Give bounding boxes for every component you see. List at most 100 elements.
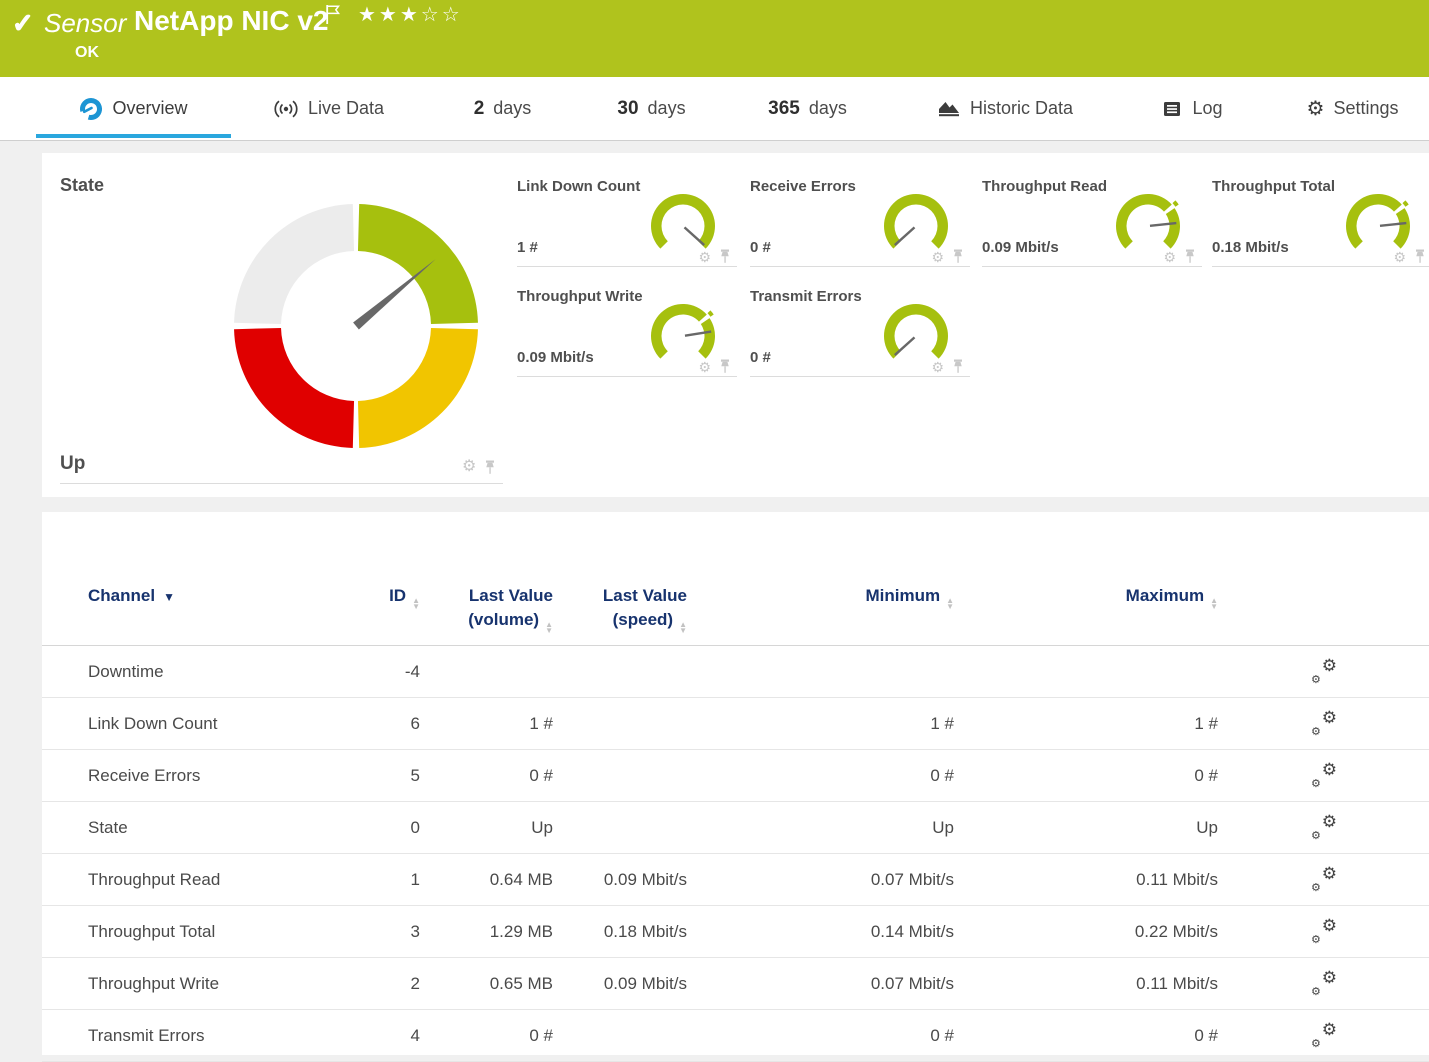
pin-icon[interactable] xyxy=(719,249,731,264)
mini-gauge-title: Transmit Errors xyxy=(750,288,862,305)
column-header-min[interactable]: Minimum▲▼ xyxy=(804,584,954,610)
priority-stars[interactable]: ★★★☆☆ xyxy=(358,2,463,27)
cell-channel[interactable]: Link Down Count xyxy=(88,714,217,734)
cell-id: 4 xyxy=(300,1026,420,1046)
mini-gauge-title: Receive Errors xyxy=(750,178,856,195)
channel-settings-icon[interactable]: ⚙⚙ xyxy=(1311,764,1339,788)
cell-last_speed: 0.09 Mbit/s xyxy=(547,870,687,890)
channel-settings-icon[interactable]: ⚙⚙ xyxy=(1311,816,1339,840)
gauge-settings-gear-icon[interactable]: ⚙ xyxy=(462,459,476,475)
pin-icon[interactable] xyxy=(952,359,964,374)
gauges-card: State Up ⚙ Link Down Count 1 # ⚙ Receive… xyxy=(42,153,1429,497)
channel-row: Link Down Count61 #1 #1 # ⚙⚙ xyxy=(42,698,1429,750)
cell-channel[interactable]: Throughput Read xyxy=(88,870,220,890)
tab-historic-data[interactable]: Historic Data xyxy=(912,77,1098,140)
sort-arrows-icon[interactable]: ▲▼ xyxy=(1210,598,1218,610)
pin-icon[interactable] xyxy=(719,359,731,374)
cell-min: 0 # xyxy=(804,1026,954,1046)
mini-gauge-panel-link-down-count: Link Down Count 1 # ⚙ xyxy=(517,178,737,267)
cell-channel[interactable]: Throughput Total xyxy=(88,922,215,942)
pin-icon[interactable] xyxy=(1414,249,1426,264)
pin-icon[interactable] xyxy=(952,249,964,264)
cell-last_volume: 0 # xyxy=(433,766,553,786)
sort-arrows-icon[interactable]: ▲▼ xyxy=(412,598,420,610)
mini-gauge-title: Link Down Count xyxy=(517,178,640,195)
tab-live-data[interactable]: Live Data xyxy=(262,77,395,140)
channel-row: Downtime -4 ⚙⚙ xyxy=(42,646,1429,698)
cell-max: 0.11 Mbit/s xyxy=(1068,870,1218,890)
state-gauge-value: Up xyxy=(60,453,85,475)
gauge-settings-gear-icon[interactable]: ⚙ xyxy=(1393,250,1406,264)
mini-gauge-actions: ⚙ xyxy=(931,249,964,264)
state-gauge-actions: ⚙ xyxy=(462,459,496,475)
cell-min: 0.07 Mbit/s xyxy=(804,974,954,994)
tab-number: 365 xyxy=(768,98,800,120)
channel-settings-icon[interactable]: ⚙⚙ xyxy=(1311,660,1339,684)
pin-icon[interactable] xyxy=(484,460,496,475)
cell-id: 5 xyxy=(300,766,420,786)
cell-channel[interactable]: Throughput Write xyxy=(88,974,219,994)
mini-gauge-value: 0 # xyxy=(750,239,771,256)
mini-gauge-panel-throughput-read: Throughput Read 0.09 Mbit/s ⚙ xyxy=(982,178,1202,267)
cell-min: 0.07 Mbit/s xyxy=(804,870,954,890)
cell-id: -4 xyxy=(300,662,420,682)
cell-channel[interactable]: Transmit Errors xyxy=(88,1026,205,1046)
cell-id: 0 xyxy=(300,818,420,838)
cell-min: 0 # xyxy=(804,766,954,786)
cell-max: 0 # xyxy=(1068,1026,1218,1046)
tab-label: Live Data xyxy=(308,98,384,119)
log-icon xyxy=(1161,100,1183,118)
mini-gauge-actions: ⚙ xyxy=(698,249,731,264)
gauge-settings-gear-icon[interactable]: ⚙ xyxy=(698,250,711,264)
mini-gauge-actions: ⚙ xyxy=(1163,249,1196,264)
gauge-settings-gear-icon[interactable]: ⚙ xyxy=(931,250,944,264)
cell-max: 0.22 Mbit/s xyxy=(1068,922,1218,942)
tab-30-days[interactable]: 30days xyxy=(598,77,705,140)
priority-flag-icon[interactable] xyxy=(325,4,342,30)
cell-channel[interactable]: State xyxy=(88,818,128,838)
tab-log[interactable]: Log xyxy=(1147,77,1237,140)
tab-number: 2 xyxy=(474,98,485,120)
tab-settings[interactable]: ⚙Settings xyxy=(1285,77,1420,140)
cell-max: Up xyxy=(1068,818,1218,838)
tab-overview[interactable]: Overview xyxy=(36,77,231,140)
pin-icon[interactable] xyxy=(1184,249,1196,264)
tab-365-days[interactable]: 365days xyxy=(750,77,865,140)
cell-id: 1 xyxy=(300,870,420,890)
sensor-kind-label: Sensor xyxy=(44,8,126,39)
column-header-last_speed[interactable]: Last Value(speed)▲▼ xyxy=(547,584,687,634)
channel-settings-icon[interactable]: ⚙⚙ xyxy=(1311,712,1339,736)
gauge-settings-gear-icon[interactable]: ⚙ xyxy=(1163,250,1176,264)
channel-settings-icon[interactable]: ⚙⚙ xyxy=(1311,868,1339,892)
tab-label: Overview xyxy=(112,98,187,119)
mini-gauge-title: Throughput Total xyxy=(1212,178,1335,195)
cell-max: 0 # xyxy=(1068,766,1218,786)
status-check-icon: ✓ xyxy=(12,8,34,39)
sort-arrows-icon[interactable]: ▲▼ xyxy=(679,622,687,634)
channel-settings-icon[interactable]: ⚙⚙ xyxy=(1311,920,1339,944)
column-header-max[interactable]: Maximum▲▼ xyxy=(1068,584,1218,610)
cell-channel[interactable]: Receive Errors xyxy=(88,766,200,786)
tab-label: Settings xyxy=(1333,98,1398,119)
cell-min: 0.14 Mbit/s xyxy=(804,922,954,942)
gauge-icon xyxy=(79,97,103,121)
cell-last_volume: 0.65 MB xyxy=(433,974,553,994)
mini-gauge-panel-throughput-total: Throughput Total 0.18 Mbit/s ⚙ xyxy=(1212,178,1429,267)
cell-last_volume: Up xyxy=(433,818,553,838)
column-header-channel[interactable]: Channel▼ xyxy=(88,584,175,609)
channel-settings-icon[interactable]: ⚙⚙ xyxy=(1311,1024,1339,1048)
tab-label: Historic Data xyxy=(970,98,1073,119)
sensor-status-text: OK xyxy=(75,44,99,62)
sort-arrows-icon[interactable]: ▲▼ xyxy=(946,598,954,610)
gauge-settings-gear-icon[interactable]: ⚙ xyxy=(931,360,944,374)
tab-2-days[interactable]: 2days xyxy=(455,77,550,140)
gauge-settings-gear-icon[interactable]: ⚙ xyxy=(698,360,711,374)
mini-gauge-title: Throughput Write xyxy=(517,288,643,305)
column-header-last_volume[interactable]: Last Value(volume)▲▼ xyxy=(433,584,553,634)
cell-channel[interactable]: Downtime xyxy=(88,662,164,682)
column-header-id[interactable]: ID▲▼ xyxy=(300,584,420,610)
tab-bar: Overview Live Data 2days 30days 365days His… xyxy=(0,77,1429,141)
cell-max: 0.11 Mbit/s xyxy=(1068,974,1218,994)
channel-settings-icon[interactable]: ⚙⚙ xyxy=(1311,972,1339,996)
channel-row: Receive Errors 5 0 # 0 # 0 # ⚙⚙ xyxy=(42,750,1429,802)
